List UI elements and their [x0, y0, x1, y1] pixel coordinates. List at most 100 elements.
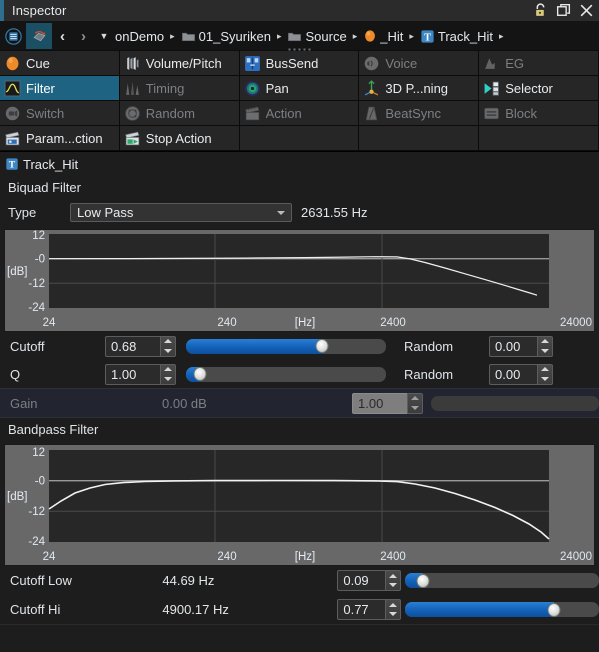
spin-up-icon[interactable]	[164, 367, 172, 372]
cutoff-stepper[interactable]: 0.68	[105, 335, 176, 357]
filter-type-value: Low Pass	[77, 205, 134, 220]
tab-timing[interactable]: Timing	[119, 76, 240, 101]
biquad-type-row: Type Low Pass 2631.55 Hz	[0, 199, 599, 226]
tab-param-action[interactable]: Param...ction	[0, 126, 120, 151]
tab-action[interactable]: Action	[239, 101, 360, 126]
tab-empty-1	[239, 126, 360, 151]
breadcrumb-label: _Hit	[380, 28, 404, 44]
cutoff-random-input[interactable]: 0.00	[489, 335, 537, 357]
q-random-input[interactable]: 0.00	[489, 363, 537, 385]
cutoff-low-input[interactable]: 0.09	[337, 570, 386, 591]
random-icon	[124, 105, 141, 122]
tab-filter[interactable]: Filter	[0, 76, 120, 101]
breadcrumb-label: Source	[305, 28, 347, 44]
cutoff-low-slider-knob[interactable]	[416, 573, 430, 588]
q-random-stepper[interactable]: 0.00	[489, 363, 553, 385]
tab-beatsync[interactable]: BeatSync	[359, 101, 480, 126]
tab-block[interactable]: Block	[479, 101, 599, 126]
sphere-icon	[363, 29, 377, 43]
cutoff-slider[interactable]	[186, 338, 386, 354]
cutoff-low-stepper[interactable]: 0.09	[337, 570, 402, 591]
q-slider[interactable]	[186, 366, 386, 382]
tab-random[interactable]: Random	[119, 101, 240, 126]
tab-switch[interactable]: Switch	[0, 101, 120, 126]
tab-3d-panning[interactable]: 3D P...ning	[359, 76, 480, 101]
breadcrumb-item-ondemo[interactable]: onDemo	[114, 29, 165, 44]
tab-stop-action[interactable]: Stop Action	[119, 126, 240, 151]
spin-up-icon[interactable]	[389, 573, 398, 578]
list-view-icon[interactable]	[0, 23, 26, 49]
cutoff-slider-knob[interactable]	[315, 339, 329, 353]
bandpass-response-graph: 12 -0 -12 -24 [dB] 24 240 2400 24000 [Hz…	[4, 444, 595, 566]
rotate-object-icon[interactable]	[26, 23, 52, 49]
breadcrumb-separator: ▸	[499, 30, 504, 41]
restore-icon[interactable]	[555, 2, 572, 19]
cutoff-slider-fill	[186, 338, 322, 354]
forward-button[interactable]: ›	[73, 23, 94, 49]
spin-down-icon[interactable]	[541, 348, 549, 353]
tab-selector[interactable]: Selector	[479, 76, 599, 101]
spin-down-icon[interactable]	[389, 583, 398, 588]
cutoff-low-slider[interactable]	[405, 573, 599, 588]
spin-down-icon[interactable]	[389, 612, 398, 617]
svg-text:-24: -24	[28, 302, 45, 314]
cutoff-hi-label: Cutoff Hi	[10, 602, 61, 617]
q-stepper[interactable]: 1.00	[105, 363, 176, 385]
q-spin-buttons[interactable]	[160, 363, 176, 385]
biquad-graph-svg: 12 -0 -12 -24 [dB] 24 240 2400 24000 [Hz…	[5, 230, 594, 331]
tab-label: Action	[265, 105, 302, 121]
chevron-down-icon[interactable]: ▼	[94, 23, 114, 49]
cutoff-value: 0.68	[111, 338, 137, 354]
cutoff-hi-stepper[interactable]: 0.77	[337, 599, 402, 620]
cutoff-input[interactable]: 0.68	[105, 335, 160, 357]
gain-field-value: 1.00	[358, 395, 384, 411]
cutoff-hi-slider-knob[interactable]	[547, 602, 561, 617]
svg-text:12: 12	[32, 230, 45, 242]
spin-up-icon[interactable]	[389, 602, 398, 607]
tab-voice[interactable]: Voice	[359, 51, 480, 76]
eg-icon	[483, 55, 500, 72]
cutoff-hi-slider[interactable]	[405, 602, 599, 617]
q-input[interactable]: 1.00	[105, 363, 160, 385]
cutoff-hi-input[interactable]: 0.77	[337, 599, 386, 620]
breadcrumb-item-source[interactable]: Source	[286, 29, 347, 44]
tab-pan[interactable]: Pan	[239, 76, 360, 101]
tab-label: Filter	[26, 80, 55, 96]
breadcrumb-label: onDemo	[115, 28, 165, 44]
object-name: Track_Hit	[23, 156, 79, 172]
title-accent-bar	[0, 0, 4, 21]
filter-type-select[interactable]: Low Pass	[70, 203, 292, 222]
cutoff-spin-buttons[interactable]	[160, 335, 176, 357]
tab-label: BusSend	[265, 55, 319, 71]
breadcrumb-item-01-syuriken[interactable]: 01_Syuriken	[180, 29, 272, 44]
breadcrumb-item-track-hit[interactable]: T Track_Hit	[419, 29, 494, 44]
inspector-tab-grid: Cue Volume/Pitch BusSend Voice EG Filter…	[0, 51, 599, 152]
tab-bussend[interactable]: BusSend	[239, 51, 360, 76]
panel-grip[interactable]	[286, 48, 313, 51]
cutoff-random-spin-buttons[interactable]	[537, 335, 553, 357]
tab-label: Random	[145, 105, 195, 121]
close-icon[interactable]	[578, 2, 595, 19]
spin-down-icon[interactable]	[164, 376, 172, 381]
tab-label: EG	[505, 55, 524, 71]
back-button[interactable]: ‹	[52, 23, 73, 49]
q-row: Q 1.00 Random 0.00	[0, 360, 599, 388]
tab-label: Timing	[145, 80, 185, 96]
cutoff-hi-spin-buttons[interactable]	[385, 599, 402, 620]
tab-cue[interactable]: Cue	[0, 51, 120, 76]
breadcrumb-label: Track_Hit	[437, 28, 494, 44]
spin-up-icon[interactable]	[164, 339, 172, 344]
breadcrumb-item-hit[interactable]: _Hit	[362, 29, 404, 44]
q-slider-knob[interactable]	[193, 367, 207, 381]
tab-eg[interactable]: EG	[479, 51, 599, 76]
cutoff-random-stepper[interactable]: 0.00	[489, 335, 553, 357]
spin-up-icon[interactable]	[541, 339, 549, 344]
cutoff-random-label: Random	[404, 338, 454, 354]
tab-volume-pitch[interactable]: Volume/Pitch	[119, 51, 240, 76]
spin-down-icon[interactable]	[541, 376, 549, 381]
spin-down-icon[interactable]	[164, 348, 172, 353]
lock-icon[interactable]	[532, 2, 549, 19]
cutoff-low-spin-buttons[interactable]	[385, 570, 402, 591]
spin-up-icon[interactable]	[541, 367, 549, 372]
q-random-spin-buttons[interactable]	[537, 363, 553, 385]
